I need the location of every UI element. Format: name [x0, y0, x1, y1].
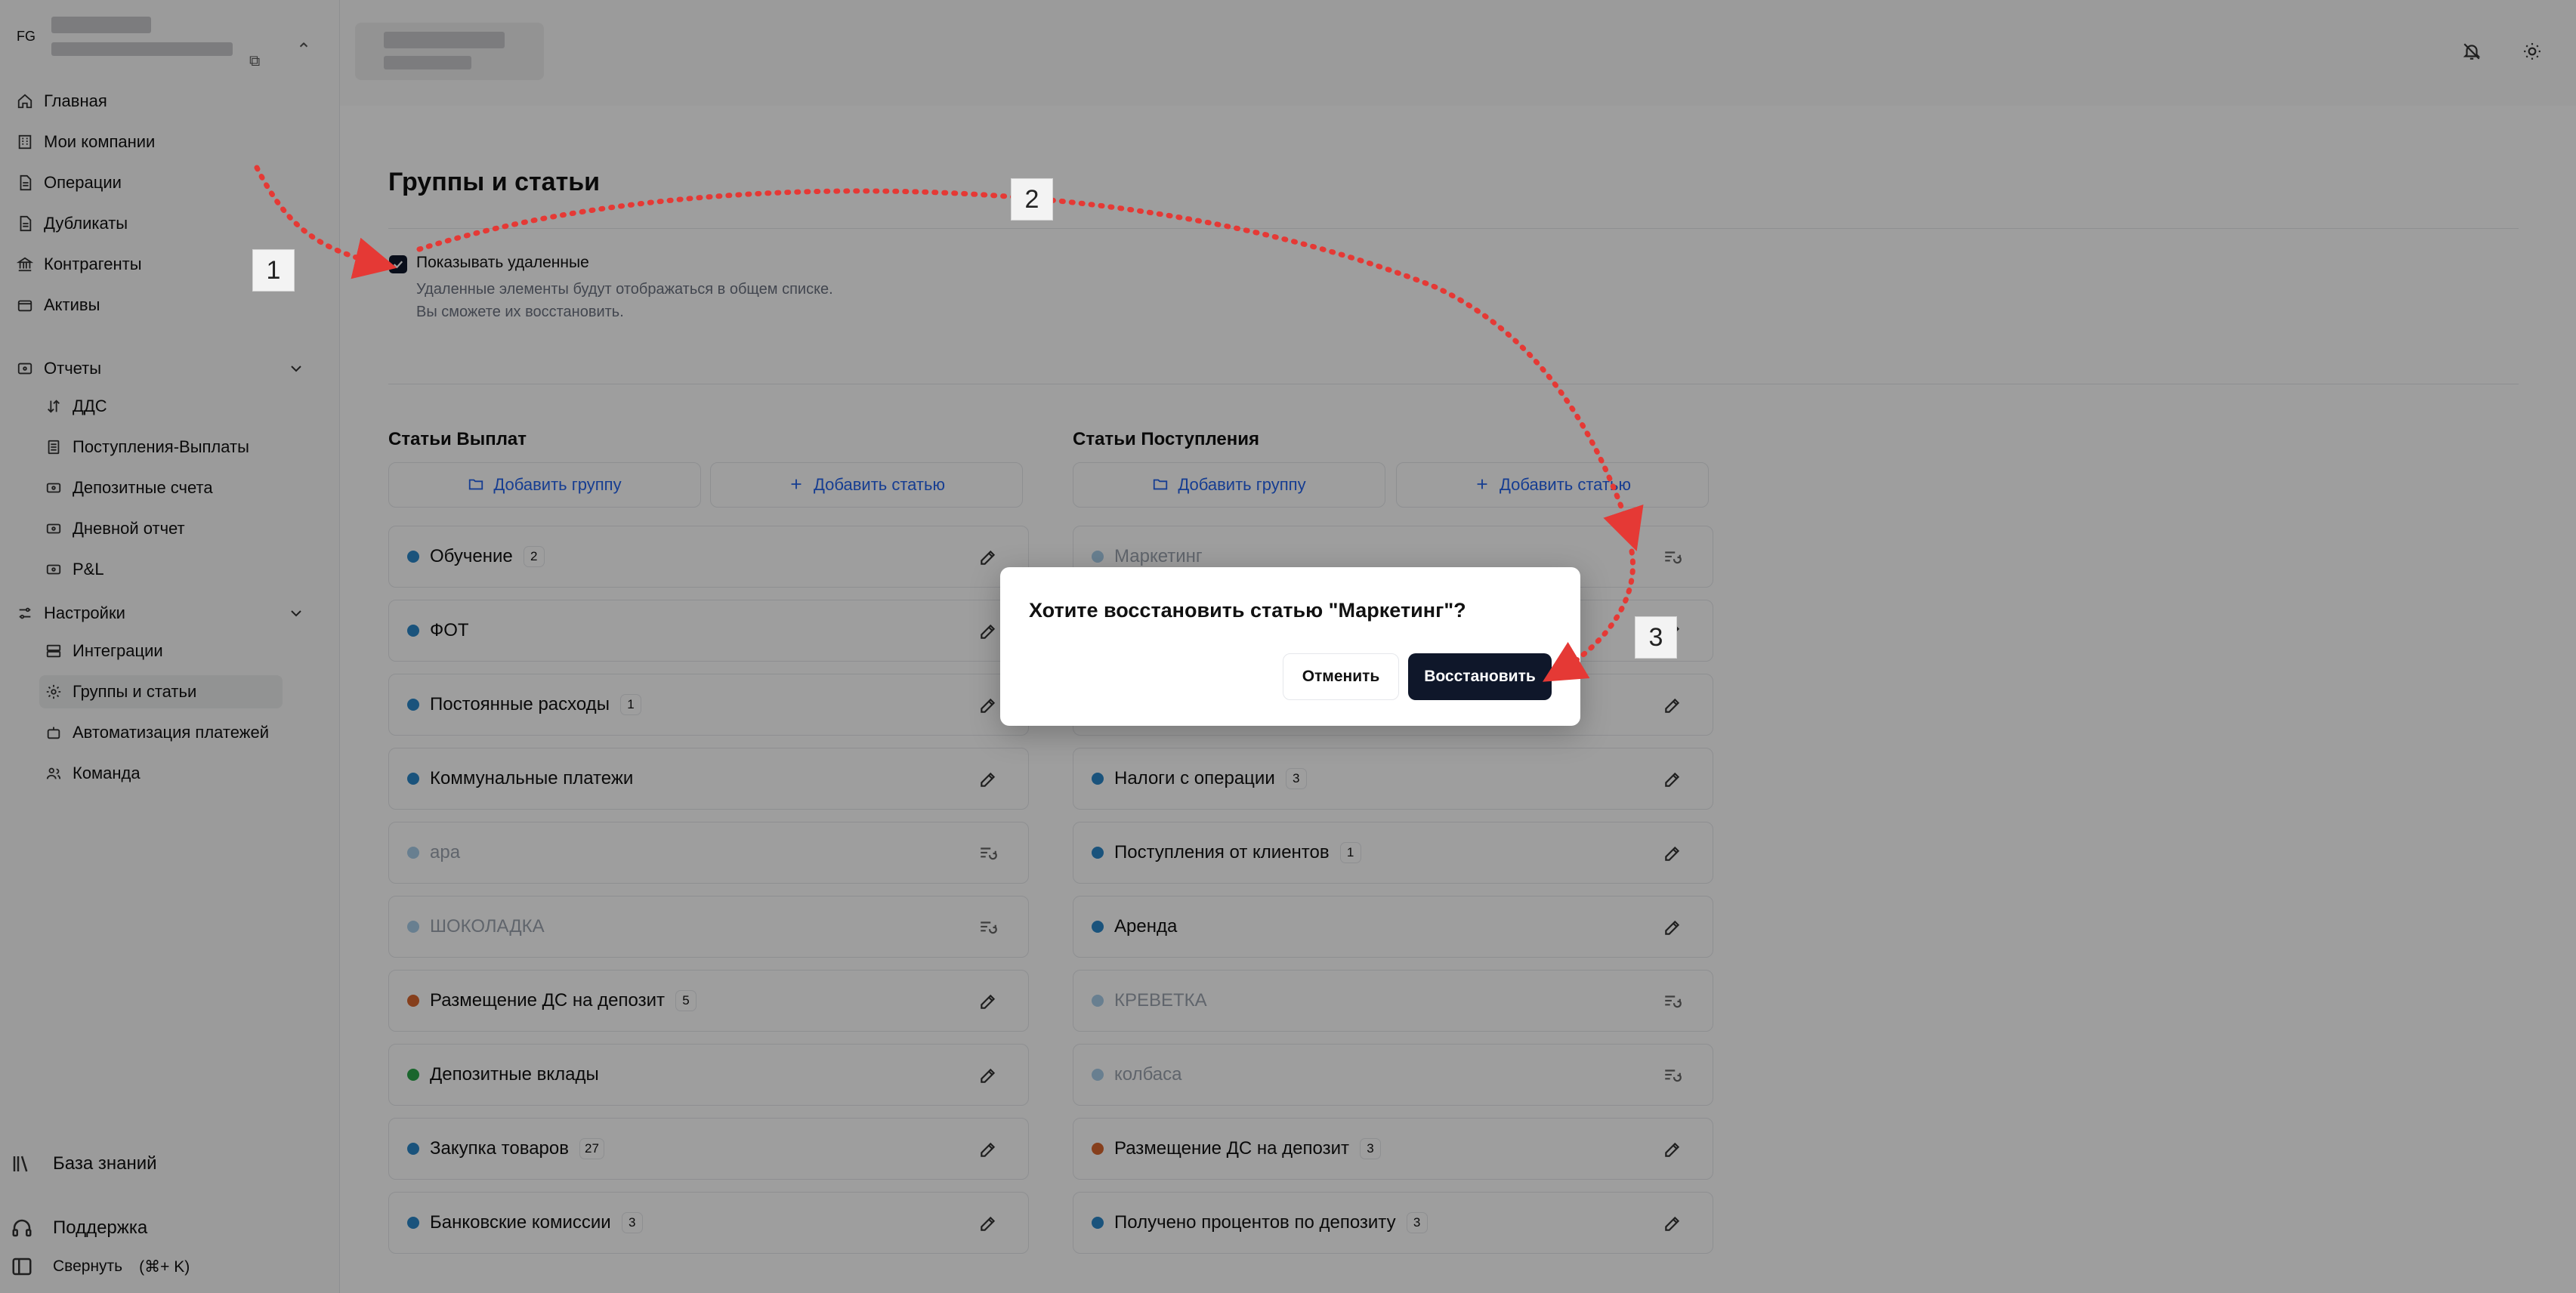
cancel-button[interactable]: Отменить [1283, 653, 1399, 700]
restore-button[interactable]: Восстановить [1408, 653, 1552, 700]
step-badge-2: 2 [1011, 178, 1053, 221]
dialog-title: Хотите восстановить статью "Маркетинг"? [1029, 599, 1466, 622]
restore-article-dialog: Хотите восстановить статью "Маркетинг"? … [1000, 567, 1580, 726]
step-badge-3: 3 [1635, 616, 1677, 659]
step-badge-1: 1 [252, 249, 295, 292]
